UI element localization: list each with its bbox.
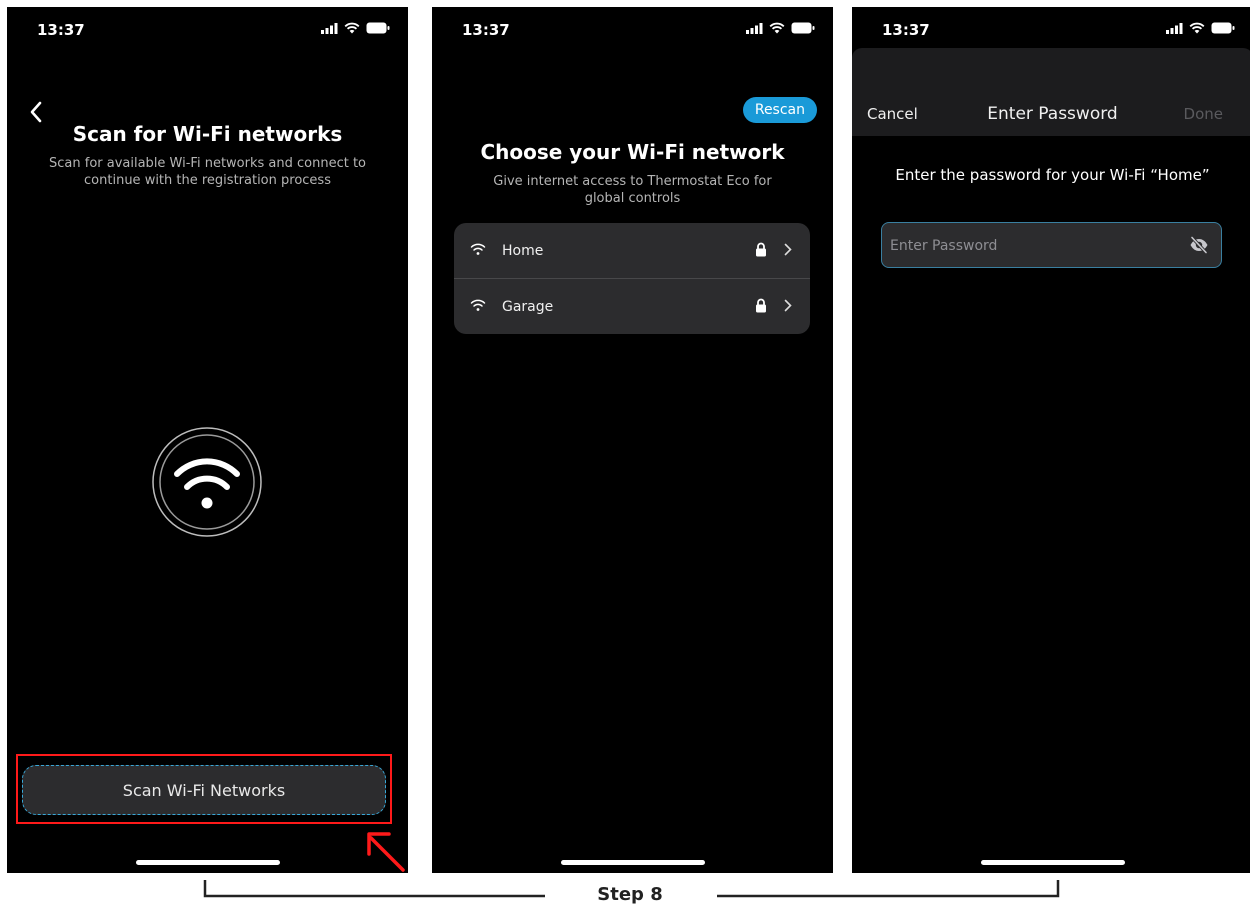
battery-icon: [366, 22, 390, 34]
status-icons: [746, 22, 815, 34]
home-indicator: [135, 860, 280, 865]
lock-icon: [756, 298, 766, 313]
pointer-arrow-icon: [367, 832, 405, 872]
signal-icon: [746, 22, 763, 34]
phone-screen-enter-password: 13:37 Cancel Enter Password Done Enter t…: [852, 7, 1250, 873]
status-icons: [1166, 22, 1235, 34]
page-title: Choose your Wi-Fi network: [480, 140, 785, 164]
page-title: Scan for Wi-Fi networks: [72, 122, 343, 146]
network-row-home[interactable]: Home: [454, 223, 810, 278]
wifi-status-icon: [769, 22, 785, 34]
network-list: Home Garage: [454, 223, 810, 334]
phone-screen-choose-network: 13:37 Rescan Choose your Wi-Fi network G…: [432, 7, 833, 873]
network-row-garage[interactable]: Garage: [454, 278, 810, 334]
wifi-status-icon: [1189, 22, 1205, 34]
signal-icon: [1166, 22, 1183, 34]
wifi-status-icon: [344, 22, 360, 34]
status-icons: [321, 22, 390, 34]
chevron-right-icon: [784, 299, 792, 312]
network-name: Home: [502, 242, 544, 259]
battery-icon: [1211, 22, 1235, 34]
home-indicator: [980, 860, 1125, 865]
home-indicator: [560, 860, 705, 865]
network-name: Garage: [502, 298, 554, 315]
status-time: 13:37: [37, 21, 85, 39]
battery-icon: [791, 22, 815, 34]
status-time: 13:37: [462, 21, 510, 39]
scan-wifi-networks-button[interactable]: Scan Wi-Fi Networks: [22, 765, 386, 815]
wifi-icon: [470, 243, 486, 255]
chevron-right-icon: [784, 243, 792, 256]
back-chevron-icon[interactable]: [27, 100, 45, 124]
eye-off-icon[interactable]: [1189, 236, 1209, 254]
password-prompt: Enter the password for your Wi-Fi “Home”: [895, 166, 1210, 184]
wifi-scan-icon: [152, 427, 262, 537]
step-label: Step 8: [597, 884, 663, 905]
rescan-button[interactable]: Rescan: [742, 97, 817, 123]
status-time: 13:37: [882, 21, 930, 39]
page-subtitle: Scan for available Wi-Fi networks and co…: [49, 156, 366, 188]
done-button[interactable]: Done: [1184, 105, 1223, 123]
password-field: [881, 222, 1222, 269]
page-subtitle: Give internet access to Thermostat Eco f…: [493, 174, 772, 206]
wifi-icon: [470, 299, 486, 311]
phone-screen-scan: 13:37 Scan for Wi-Fi networks Scan for a…: [7, 7, 408, 873]
highlight-box: Scan Wi-Fi Networks: [16, 754, 392, 824]
signal-icon: [321, 22, 338, 34]
lock-icon: [756, 242, 766, 257]
password-input[interactable]: [882, 223, 1182, 269]
